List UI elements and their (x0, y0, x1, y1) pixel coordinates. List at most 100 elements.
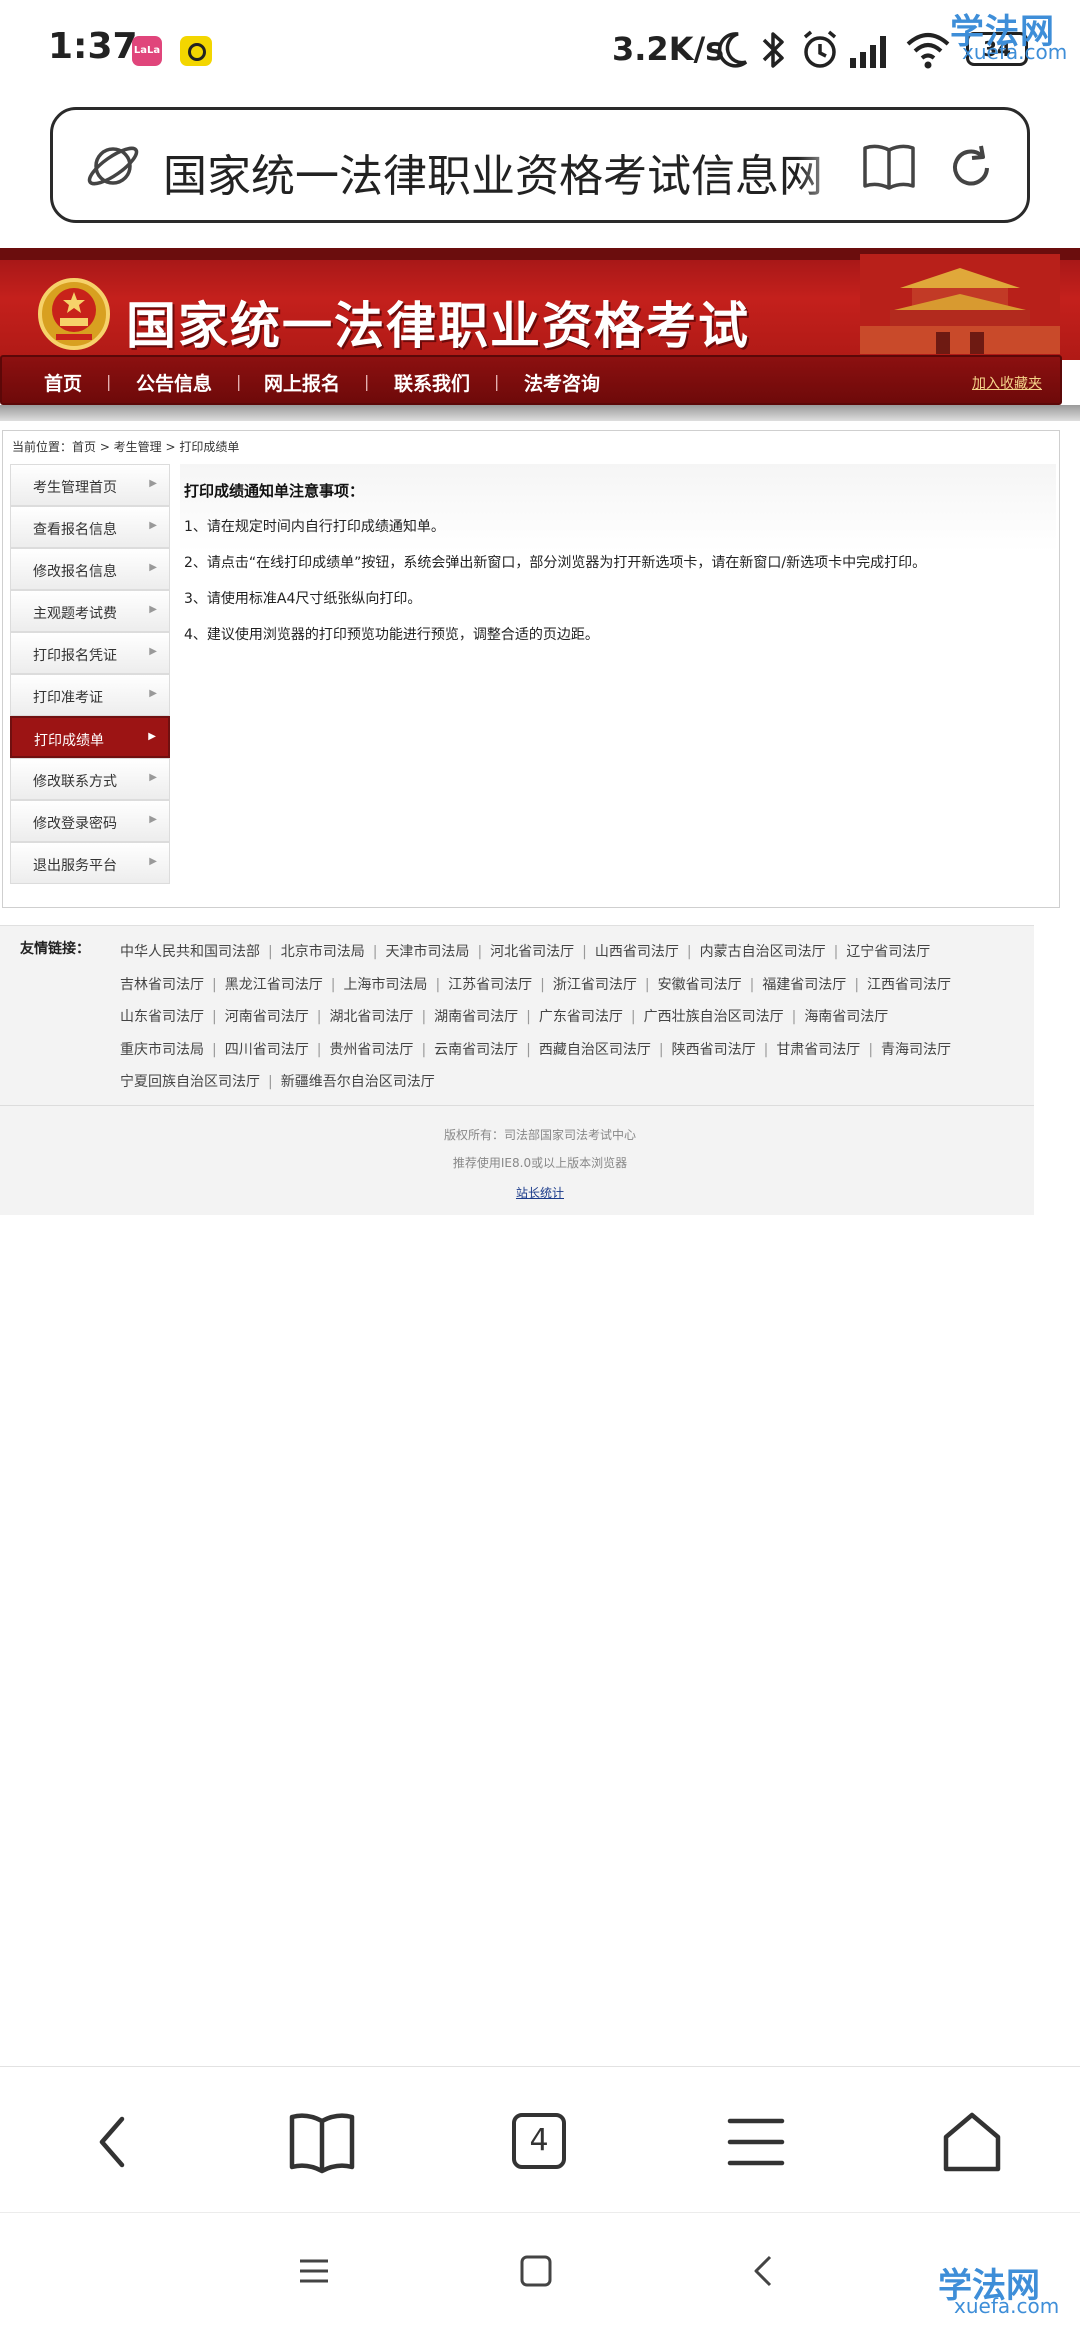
sidebar-item-print-score-report[interactable]: 打印成绩单 ▶ (10, 716, 170, 758)
url-bar[interactable]: 国家统一法律职业资格考试信息网 (50, 107, 1030, 223)
friend-link[interactable]: 江苏省司法厅 (448, 977, 532, 993)
sidebar-item-print-registration-voucher[interactable]: 打印报名凭证 ▶ (10, 632, 170, 674)
notice-item: 4、建议使用浏览器的打印预览功能进行预览，调整合适的页边距。 (184, 627, 599, 643)
sidebar-item-edit-registration[interactable]: 修改报名信息 ▶ (10, 548, 170, 590)
tabs-icon: 4 (512, 2113, 566, 2169)
sidebar-item-label: 修改联系方式 (33, 774, 117, 790)
nav-home[interactable]: 首页 (44, 369, 82, 396)
home-square-icon[interactable] (518, 2253, 554, 2289)
link-separator: | (582, 944, 587, 960)
link-separator: | (268, 1074, 273, 1090)
sidebar-item-logout[interactable]: 退出服务平台 ▶ (10, 842, 170, 884)
friend-link[interactable]: 福建省司法厅 (762, 977, 846, 993)
app-icon-pink: LaLa (132, 36, 162, 66)
friend-link[interactable]: 天津市司法局 (385, 944, 469, 960)
site-title: 国家统一法律职业资格考试 (126, 297, 750, 355)
friend-link[interactable]: 湖南省司法厅 (434, 1009, 518, 1025)
nav-exam-consult[interactable]: 法考咨询 (524, 369, 600, 396)
friend-link[interactable]: 安徽省司法厅 (658, 977, 742, 993)
nav-contact[interactable]: 联系我们 (394, 369, 470, 396)
reload-icon[interactable] (945, 142, 997, 194)
back-icon[interactable] (76, 2107, 156, 2177)
link-separator: | (526, 1041, 531, 1058)
menu-icon[interactable] (716, 2107, 796, 2177)
friend-link[interactable]: 宁夏回族自治区司法厅 (120, 1074, 260, 1090)
sidebar-item-print-admission-ticket[interactable]: 打印准考证 ▶ (10, 674, 170, 716)
link-separator: | (763, 1041, 769, 1058)
friend-link[interactable]: 广西壮族自治区司法厅 (644, 1009, 784, 1025)
app-icon-yellow (180, 36, 212, 66)
network-speed: 3.2K/s (612, 30, 725, 68)
friend-link[interactable]: 新疆维吾尔自治区司法厅 (281, 1074, 435, 1090)
tabs-button[interactable]: 4 (512, 2107, 592, 2177)
friend-link[interactable]: 甘肃省司法厅 (776, 1042, 860, 1058)
sidebar-item-subjective-fee[interactable]: 主观题考试费 ▶ (10, 590, 170, 632)
friend-link[interactable]: 辽宁省司法厅 (846, 944, 930, 960)
nav-online-registration[interactable]: 网上报名 (264, 369, 340, 396)
sidebar-item-label: 主观题考试费 (33, 606, 117, 622)
link-separator: | (658, 1041, 664, 1058)
url-text[interactable]: 国家统一法律职业资格考试信息网 (163, 140, 853, 204)
add-favorite-link[interactable]: 加入收藏夹 (972, 373, 1042, 393)
sidebar-item-label: 查看报名信息 (33, 522, 117, 538)
friend-link[interactable]: 河北省司法厅 (490, 944, 574, 960)
notice-panel: 打印成绩通知单注意事项： 1、请在规定时间内自行打印成绩通知单。 2、请点击“在… (180, 464, 1056, 904)
sidebar-item-label: 修改登录密码 (33, 816, 117, 832)
friend-link[interactable]: 陕西省司法厅 (672, 1042, 756, 1058)
friend-link[interactable]: 山西省司法厅 (595, 944, 679, 960)
friend-link[interactable]: 内蒙古自治区司法厅 (700, 944, 826, 960)
friend-link[interactable]: 云南省司法厅 (434, 1042, 518, 1058)
sidebar-item-candidate-home[interactable]: 考生管理首页 ▶ (10, 464, 170, 506)
link-separator: | (316, 1041, 322, 1058)
link-separator: | (316, 1009, 322, 1025)
back-triangle-icon[interactable] (746, 2253, 782, 2289)
national-emblem-icon (38, 278, 110, 350)
friend-link[interactable]: 浙江省司法厅 (553, 977, 637, 993)
friend-links-label: 友情链接： (20, 941, 90, 957)
friend-link[interactable]: 四川省司法厅 (225, 1042, 309, 1058)
site-footer: 版权所有：司法部国家司法考试中心 推荐使用IE8.0或以上版本浏览器 站长统计 (0, 1105, 1034, 1215)
main-nav: 首页 | 公告信息 | 网上报名 | 联系我们 | 法考咨询 加入收藏夹 (0, 355, 1062, 405)
link-separator: | (268, 944, 273, 960)
arrow-right-icon: ▶ (148, 731, 156, 742)
sidebar-item-label: 考生管理首页 (33, 480, 117, 496)
sidebar-item-edit-contact[interactable]: 修改联系方式 ▶ (10, 758, 170, 800)
browser-recommendation: 推荐使用IE8.0或以上版本浏览器 (452, 1156, 628, 1170)
link-separator: | (435, 976, 441, 993)
nav-separator: | (364, 372, 370, 391)
notice-item: 2、请点击“在线打印成绩单”按钮，系统会弹出新窗口，部分浏览器为打开新选项卡，请… (184, 555, 927, 571)
friend-link[interactable]: 山东省司法厅 (120, 1009, 204, 1025)
friend-link[interactable]: 黑龙江省司法厅 (225, 977, 323, 993)
friend-links-row: 中华人民共和国司法部 | 北京市司法局 | 天津市司法局 | 河北省司法厅 | 山西省司法厅 | 内… (120, 936, 1000, 969)
system-navigation-bar (0, 2212, 1080, 2340)
link-separator: | (868, 1041, 874, 1058)
recents-icon[interactable] (296, 2253, 332, 2289)
friend-link[interactable]: 西藏自治区司法厅 (539, 1042, 651, 1058)
friend-link[interactable]: 北京市司法局 (281, 944, 365, 960)
sidebar-item-change-password[interactable]: 修改登录密码 ▶ (10, 800, 170, 842)
friend-links-row: 山东省司法厅 | 河南省司法厅 | 湖北省司法厅 | 湖南省司法厅 | 广东省司法厅 | 广西壮族自… (120, 1001, 1000, 1034)
friend-link[interactable]: 江西省司法厅 (867, 977, 951, 993)
nav-announcements[interactable]: 公告信息 (136, 369, 212, 396)
arrow-right-icon: ▶ (149, 688, 157, 699)
sidebar-item-view-registration[interactable]: 查看报名信息 ▶ (10, 506, 170, 548)
bookmarks-icon[interactable] (282, 2107, 362, 2177)
friend-link[interactable]: 湖北省司法厅 (329, 1009, 413, 1025)
friend-link[interactable]: 海南省司法厅 (804, 1009, 888, 1025)
friend-link[interactable]: 上海市司法局 (343, 977, 427, 993)
friend-link[interactable]: 吉林省司法厅 (120, 977, 204, 993)
site-stats-link[interactable]: 站长统计 (0, 1184, 1080, 1201)
friend-link[interactable]: 广东省司法厅 (539, 1009, 623, 1025)
sidebar-item-label: 打印准考证 (33, 690, 103, 706)
friend-link[interactable]: 青海司法厅 (881, 1042, 951, 1058)
home-icon[interactable] (932, 2107, 1012, 2177)
signal-icon (850, 36, 886, 68)
friend-links-row: 宁夏回族自治区司法厅 | 新疆维吾尔自治区司法厅 (120, 1066, 1000, 1099)
reader-mode-icon[interactable] (861, 142, 917, 194)
friend-link[interactable]: 河南省司法厅 (225, 1009, 309, 1025)
status-bar: 1:37 LaLa 3.2K/s 34 (0, 0, 1080, 100)
friend-link[interactable]: 重庆市司法局 (120, 1042, 204, 1058)
friend-link[interactable]: 贵州省司法厅 (329, 1042, 413, 1058)
notice-item: 1、请在规定时间内自行打印成绩通知单。 (184, 519, 445, 535)
friend-link[interactable]: 中华人民共和国司法部 (120, 944, 260, 960)
